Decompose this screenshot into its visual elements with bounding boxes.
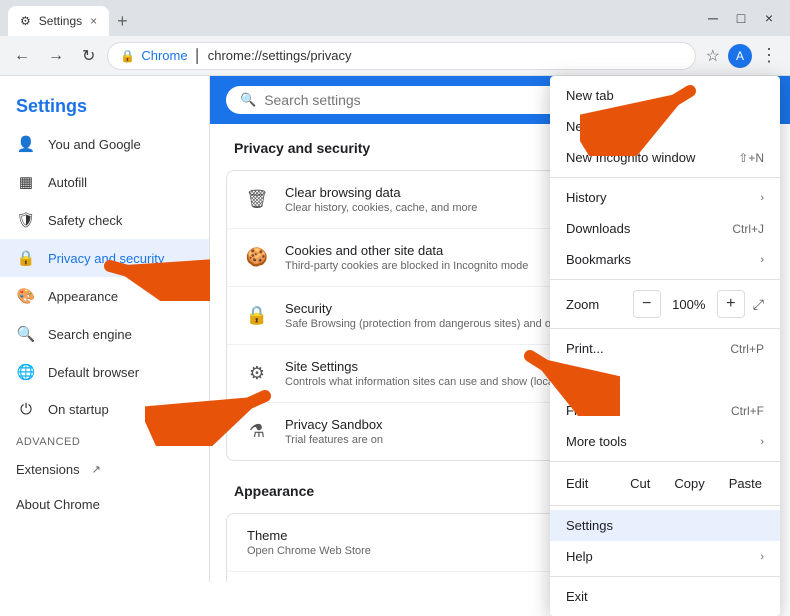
new-window-label: New window [566, 119, 639, 134]
menu-item-print[interactable]: Print... Ctrl+P [550, 333, 780, 364]
zoom-label: Zoom [566, 297, 625, 312]
restore-button[interactable]: □ [728, 5, 754, 31]
window-controls: ─ □ × [700, 5, 782, 31]
arrow-site-settings [145, 366, 285, 446]
menu-item-find[interactable]: Find... Ctrl+F [550, 395, 780, 426]
menu-item-downloads[interactable]: Downloads Ctrl+J [550, 213, 780, 244]
help-label: Help [566, 549, 593, 564]
print-label: Print... [566, 341, 604, 356]
dropdown-overlay: New tab New window New Incognito window … [0, 76, 790, 582]
minimize-button[interactable]: ─ [700, 5, 726, 31]
url-bar[interactable]: 🔒 Chrome │ chrome://settings/privacy [107, 42, 695, 70]
zoom-decrease-button[interactable]: − [633, 290, 661, 318]
history-label: History [566, 190, 606, 205]
active-tab[interactable]: ⚙ Settings × [8, 6, 109, 36]
address-bar: ← → ↻ 🔒 Chrome │ chrome://settings/priva… [0, 36, 790, 76]
edit-label: Edit [558, 476, 616, 491]
submenu-chevron-icon: › [760, 436, 764, 448]
tab-area: ⚙ Settings × + [8, 0, 692, 36]
menu-divider [550, 461, 780, 462]
profile-button[interactable]: A [728, 44, 752, 68]
main-layout: Settings 👤 You and Google ▦ Autofill 🛡 S… [0, 76, 790, 582]
window-close-button[interactable]: × [756, 5, 782, 31]
url-path: chrome://settings/privacy [208, 48, 352, 63]
edit-row: Edit Cut Copy Paste [550, 466, 780, 501]
menu-item-more-tools[interactable]: More tools › [550, 426, 780, 457]
paste-button[interactable]: Paste [719, 472, 772, 495]
print-shortcut: Ctrl+P [730, 342, 764, 356]
chrome-dropdown-menu: New tab New window New Incognito window … [550, 76, 780, 616]
cast-label: Cast... [566, 372, 604, 387]
chrome-menu-button[interactable]: ⋮ [756, 41, 782, 70]
title-bar: ⚙ Settings × + ─ □ × [0, 0, 790, 36]
url-separator: │ [194, 48, 202, 63]
menu-item-cast[interactable]: Cast... [550, 364, 780, 395]
menu-item-bookmarks[interactable]: Bookmarks › [550, 244, 780, 275]
copy-button[interactable]: Copy [664, 472, 714, 495]
back-button[interactable]: ← [8, 43, 36, 69]
zoom-value: 100% [669, 297, 709, 312]
menu-item-history[interactable]: History › [550, 182, 780, 213]
submenu-chevron-icon: › [760, 551, 764, 563]
settings-gear-icon: ⚙ [20, 14, 31, 28]
menu-item-new-incognito[interactable]: New Incognito window ⇧+N [550, 142, 780, 173]
more-tools-label: More tools [566, 434, 627, 449]
menu-item-help[interactable]: Help › [550, 541, 780, 572]
tab-close-icon[interactable]: × [90, 14, 97, 28]
menu-divider [550, 576, 780, 577]
exit-label: Exit [566, 589, 588, 604]
menu-item-exit[interactable]: Exit [550, 581, 780, 612]
tab-title: Settings [39, 14, 82, 28]
new-tab-label: New tab [566, 88, 614, 103]
bookmark-star-button[interactable]: ☆ [702, 42, 724, 70]
menu-divider [550, 177, 780, 178]
bookmarks-label: Bookmarks [566, 252, 631, 267]
menu-item-new-window[interactable]: New window [550, 111, 780, 142]
menu-item-new-tab[interactable]: New tab [550, 80, 780, 111]
lock-icon: 🔒 [120, 49, 135, 63]
cut-button[interactable]: Cut [620, 472, 660, 495]
zoom-increase-button[interactable]: + [717, 290, 745, 318]
menu-item-settings[interactable]: Settings [550, 510, 780, 541]
forward-button[interactable]: → [42, 43, 70, 69]
submenu-chevron-icon: › [760, 254, 764, 266]
arrow-privacy-sidebar [80, 231, 210, 301]
new-incognito-label: New Incognito window [566, 150, 695, 165]
downloads-label: Downloads [566, 221, 630, 236]
find-label: Find... [566, 403, 602, 418]
settings-label: Settings [566, 518, 613, 533]
zoom-row: Zoom − 100% + ⤢ [550, 284, 780, 324]
menu-divider [550, 505, 780, 506]
incognito-shortcut: ⇧+N [738, 151, 764, 165]
reload-button[interactable]: ↻ [76, 42, 101, 70]
toolbar-icons: ☆ A ⋮ [702, 41, 782, 70]
downloads-shortcut: Ctrl+J [732, 222, 764, 236]
menu-divider [550, 328, 780, 329]
find-shortcut: Ctrl+F [731, 404, 764, 418]
menu-divider [550, 279, 780, 280]
url-brand: Chrome [141, 48, 187, 63]
submenu-chevron-icon: › [760, 192, 764, 204]
zoom-fullscreen-button[interactable]: ⤢ [753, 296, 764, 313]
new-tab-button[interactable]: + [113, 7, 132, 36]
